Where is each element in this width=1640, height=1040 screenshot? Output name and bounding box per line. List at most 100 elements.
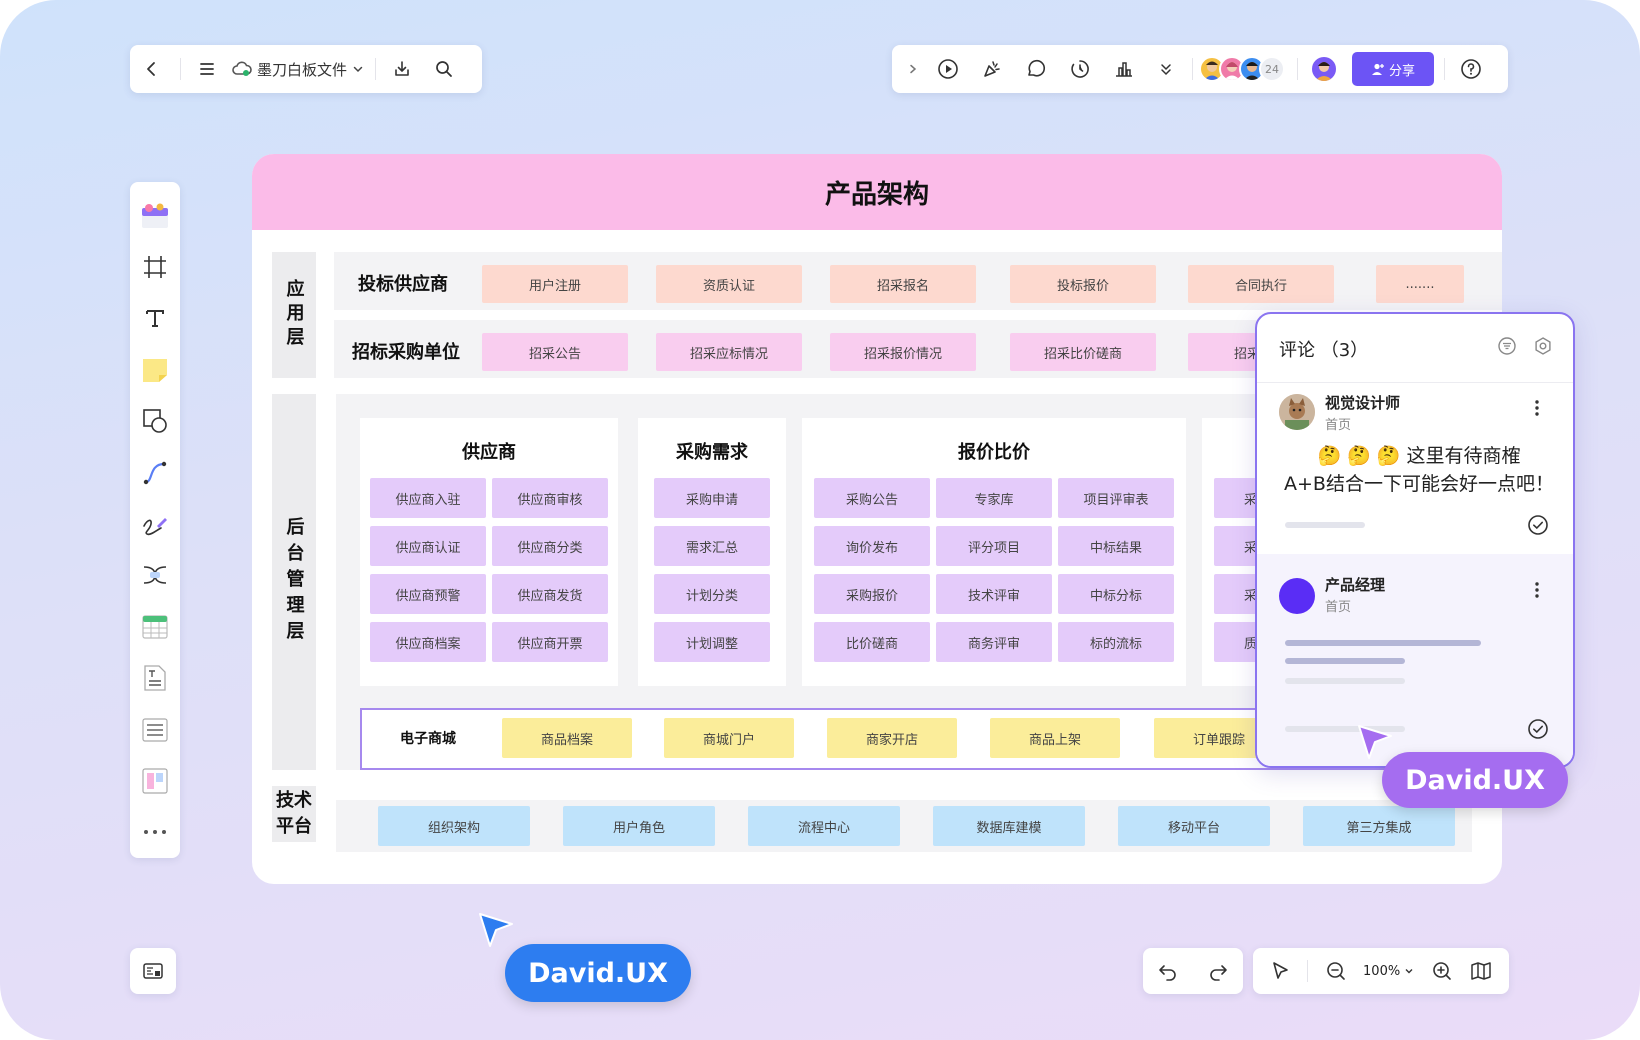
- mall-chip[interactable]: 商城门户: [664, 718, 794, 758]
- kanban-icon[interactable]: [137, 755, 173, 806]
- comment-icon[interactable]: [1014, 45, 1058, 93]
- timer-icon[interactable]: [1058, 45, 1102, 93]
- app-chip[interactable]: 用户注册: [482, 265, 628, 303]
- table-icon[interactable]: [137, 601, 173, 652]
- document-icon[interactable]: [137, 653, 173, 704]
- module-chip[interactable]: 供应商发货: [492, 574, 608, 614]
- search-icon[interactable]: [422, 45, 466, 93]
- comment-page: 首页: [1325, 418, 1352, 433]
- filter-icon[interactable]: [1497, 336, 1517, 356]
- resolve-check-icon[interactable]: [1527, 718, 1549, 740]
- play-icon[interactable]: [926, 45, 970, 93]
- zoom-out-icon[interactable]: [1325, 960, 1347, 982]
- comment-user: 视觉设计师: [1325, 394, 1401, 412]
- export-icon[interactable]: [382, 45, 422, 93]
- tech-chip[interactable]: 组织架构: [378, 806, 530, 846]
- frame-icon[interactable]: [137, 241, 173, 292]
- mall-chip[interactable]: 商品档案: [502, 718, 632, 758]
- zoom-in-icon[interactable]: [1431, 960, 1453, 982]
- redo-icon[interactable]: [1207, 960, 1229, 982]
- map-icon[interactable]: [1469, 960, 1493, 982]
- tech-chip[interactable]: 第三方集成: [1303, 806, 1455, 846]
- collaborator-avatars[interactable]: 24: [1199, 56, 1285, 82]
- app-chip[interactable]: 资质认证: [656, 265, 802, 303]
- tech-chip[interactable]: 移动平台: [1118, 806, 1270, 846]
- list-icon[interactable]: [137, 704, 173, 755]
- module-chip[interactable]: 需求汇总: [654, 526, 770, 566]
- app-chip[interactable]: 招采比价磋商: [1010, 333, 1156, 371]
- module-chip[interactable]: 供应商开票: [492, 622, 608, 662]
- share-button[interactable]: 分享: [1352, 52, 1434, 86]
- connector-icon[interactable]: [137, 447, 173, 498]
- module-chip[interactable]: 采购公告: [814, 478, 930, 518]
- current-user-avatar[interactable]: [1310, 55, 1338, 83]
- layer-label-app-text: 应用层: [283, 279, 305, 351]
- module-chip[interactable]: 计划调整: [654, 622, 770, 662]
- module-chip[interactable]: 采购报价: [814, 574, 930, 614]
- more-down-icon[interactable]: [1146, 45, 1186, 93]
- module-chip[interactable]: 供应商认证: [370, 526, 486, 566]
- module-chip[interactable]: 供应商入驻: [370, 478, 486, 518]
- placeholder-bar: [1285, 658, 1405, 664]
- module-chip[interactable]: 评分项目: [936, 526, 1052, 566]
- chevron-right-icon[interactable]: [900, 45, 926, 93]
- module-title: 报价比价: [958, 442, 1030, 463]
- minimap-toggle-button[interactable]: [130, 948, 176, 994]
- chevron-down-icon[interactable]: [347, 45, 369, 93]
- module-chip[interactable]: 标的流标: [1058, 622, 1174, 662]
- module-chip[interactable]: 专家库: [936, 478, 1052, 518]
- tech-chip[interactable]: 用户角色: [563, 806, 715, 846]
- module-chip[interactable]: 计划分类: [654, 574, 770, 614]
- module-chip[interactable]: 供应商预警: [370, 574, 486, 614]
- module-chip[interactable]: 供应商档案: [370, 622, 486, 662]
- tech-chip[interactable]: 数据库建模: [933, 806, 1085, 846]
- app-chip[interactable]: 投标报价: [1010, 265, 1156, 303]
- undo-icon[interactable]: [1157, 960, 1179, 982]
- text-icon[interactable]: [137, 293, 173, 344]
- layer-label-tech: 技术平台: [272, 786, 316, 842]
- app-chip[interactable]: 招采报价情况: [830, 333, 976, 371]
- cursor-arrow-icon: [1355, 722, 1395, 762]
- help-icon[interactable]: [1455, 45, 1487, 93]
- divider: [375, 58, 377, 80]
- app-chip[interactable]: 招采报名: [830, 265, 976, 303]
- comment-text-line2: A+B结合一下可能会好一点吧！: [1284, 473, 1554, 495]
- celebrate-icon[interactable]: [970, 45, 1014, 93]
- mall-chip[interactable]: 商家开店: [827, 718, 957, 758]
- module-chip[interactable]: 商务评审: [936, 622, 1052, 662]
- comment-text-line1: 这里有待商榷: [1406, 445, 1521, 467]
- more-vertical-icon[interactable]: [1531, 398, 1543, 418]
- module-chip[interactable]: 供应商分类: [492, 526, 608, 566]
- mall-chip[interactable]: 商品上架: [990, 718, 1120, 758]
- pen-icon[interactable]: [137, 498, 173, 549]
- cloud-sync-icon: [227, 45, 257, 93]
- module-chip[interactable]: 项目评审表: [1058, 478, 1174, 518]
- app-chip[interactable]: 合同执行: [1188, 265, 1334, 303]
- resolve-check-icon[interactable]: [1527, 514, 1549, 536]
- comments-panel[interactable]: 评论 （3） 视觉设计师 首页 🤔 🤔 🤔 这里有待商榷 A+B结合一下可能会好…: [1255, 312, 1575, 768]
- sticky-note-icon[interactable]: [137, 344, 173, 395]
- module-chip[interactable]: 中标结果: [1058, 526, 1174, 566]
- vote-icon[interactable]: [1102, 45, 1146, 93]
- more-vertical-icon[interactable]: [1531, 580, 1543, 600]
- zoom-level-dropdown[interactable]: 100%: [1363, 964, 1414, 979]
- module-chip[interactable]: 中标分标: [1058, 574, 1174, 614]
- module-chip[interactable]: 比价磋商: [814, 622, 930, 662]
- menu-icon[interactable]: [187, 45, 227, 93]
- mindmap-icon[interactable]: [137, 550, 173, 601]
- back-icon[interactable]: [130, 45, 174, 93]
- template-icon[interactable]: [137, 190, 173, 241]
- tech-chip[interactable]: 流程中心: [748, 806, 900, 846]
- app-chip[interactable]: .......: [1376, 265, 1464, 303]
- module-chip[interactable]: 询价发布: [814, 526, 930, 566]
- app-chip[interactable]: 招采应标情况: [656, 333, 802, 371]
- more-icon[interactable]: [137, 807, 173, 858]
- select-pointer-icon[interactable]: [1269, 960, 1291, 982]
- module-chip[interactable]: 技术评审: [936, 574, 1052, 614]
- module-chip[interactable]: 采购申请: [654, 478, 770, 518]
- shape-icon[interactable]: [137, 396, 173, 447]
- module-chip[interactable]: 供应商审核: [492, 478, 608, 518]
- file-name[interactable]: 墨刀白板文件: [257, 59, 347, 80]
- app-chip[interactable]: 招采公告: [482, 333, 628, 371]
- settings-icon[interactable]: [1533, 336, 1553, 356]
